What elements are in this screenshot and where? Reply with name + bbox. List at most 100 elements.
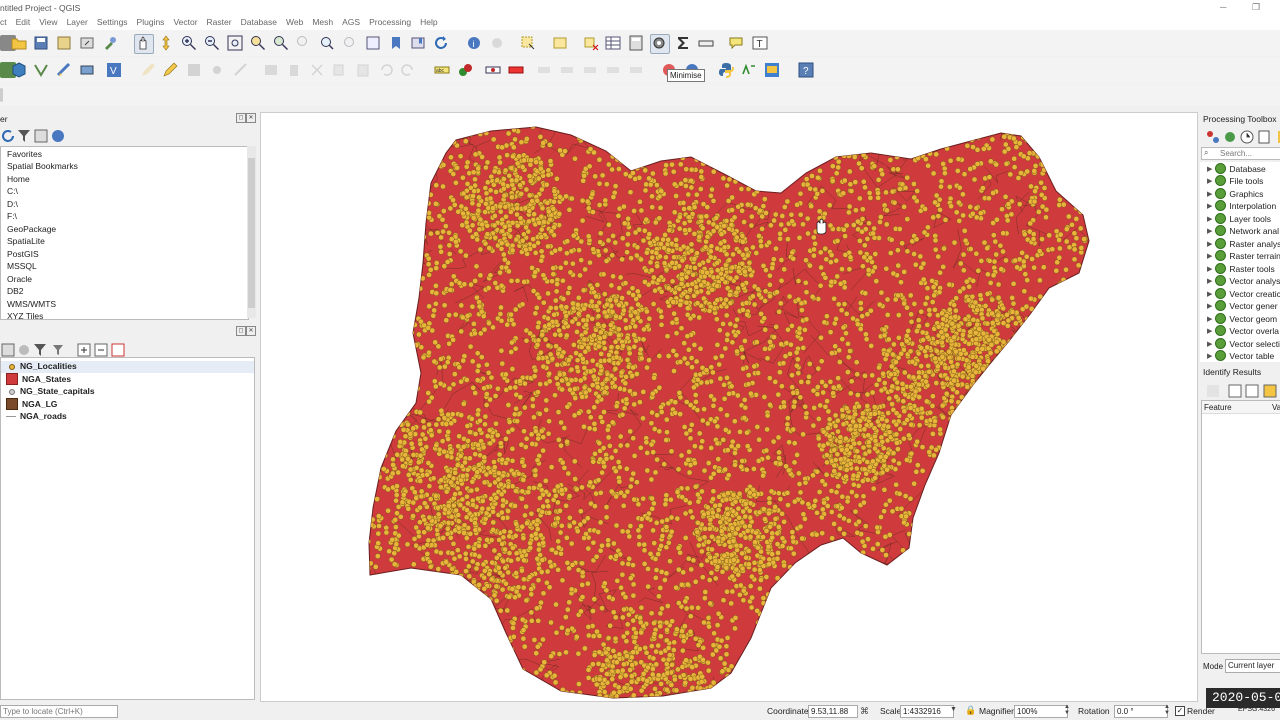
browser-item-spatialite[interactable]: SpatiaLite (7, 236, 45, 246)
zoom-full-icon[interactable] (227, 35, 243, 51)
zoom-in-icon[interactable] (181, 35, 197, 51)
actions-icon[interactable] (489, 35, 505, 51)
menu-vector[interactable]: Vector (173, 15, 197, 30)
text-annotation-icon[interactable]: T (752, 35, 768, 51)
layer-item-ng-localities[interactable]: NG_Localities (6, 361, 77, 371)
minimize-button[interactable]: ─ (1220, 2, 1226, 12)
deselect-icon[interactable] (583, 35, 599, 51)
browser-item-c-drive[interactable]: C:\ (7, 186, 18, 196)
map-tips-icon[interactable] (728, 35, 744, 51)
statistics-icon[interactable] (675, 35, 691, 51)
menu-processing[interactable]: Processing (369, 15, 411, 30)
help-icon[interactable]: ? (798, 62, 814, 78)
map-canvas[interactable] (260, 112, 1198, 702)
properties-icon[interactable] (50, 128, 64, 142)
delete-selected-icon[interactable] (286, 62, 302, 78)
browser-item-wms[interactable]: WMS/WMTS (7, 299, 56, 309)
toggle-editing-icon[interactable] (162, 62, 178, 78)
add-raster-icon[interactable] (56, 62, 72, 78)
add-vector-icon[interactable] (33, 62, 49, 78)
menu-plugins[interactable]: Plugins (137, 15, 165, 30)
save-project-icon[interactable] (33, 35, 49, 51)
zoom-out-icon[interactable] (204, 35, 220, 51)
menu-mesh[interactable]: Mesh (312, 15, 333, 30)
rotate-label-icon[interactable] (605, 62, 621, 78)
menu-layer[interactable]: Layer (67, 15, 88, 30)
copy-features-icon[interactable] (331, 62, 347, 78)
browser-item-home[interactable]: Home (7, 174, 30, 184)
add-group-icon[interactable] (16, 342, 29, 355)
browser-item-bookmarks[interactable]: Spatial Bookmarks (7, 161, 78, 171)
float-panel-button[interactable]: ◻ (236, 113, 246, 123)
attribute-table-icon[interactable] (605, 35, 621, 51)
field-calculator-icon[interactable] (628, 35, 644, 51)
undo-icon[interactable] (378, 62, 394, 78)
edit-pencil-icon[interactable] (140, 62, 156, 78)
filter-legend-icon[interactable] (32, 342, 46, 356)
paste-features-icon[interactable] (355, 62, 371, 78)
show-labels-icon[interactable] (559, 62, 575, 78)
label-highlight-icon[interactable] (508, 62, 524, 78)
filter-expression-icon[interactable] (50, 342, 63, 355)
bookmark-icon[interactable] (388, 35, 404, 51)
browser-item-xyz[interactable]: XYZ Tiles (7, 311, 43, 321)
menu-raster[interactable]: Raster (207, 15, 232, 30)
collapse-layers-icon[interactable] (93, 342, 108, 357)
layer-item-nga-lg[interactable]: NGA_LG (6, 398, 57, 410)
layer-item-ng-state-capitals[interactable]: NG_State_capitals (6, 386, 95, 396)
pan-to-selection-icon[interactable] (158, 35, 174, 51)
pan-tool-icon[interactable] (134, 34, 154, 54)
layer-item-nga-roads[interactable]: NGA_roads (6, 411, 67, 421)
add-virtual-layer-icon[interactable]: V (106, 62, 122, 78)
browser-item-geopackage[interactable]: GeoPackage (7, 224, 56, 234)
layer-item-nga-states[interactable]: NGA_States (6, 373, 71, 385)
browser-item-d-drive[interactable]: D:\ (7, 199, 18, 209)
filter-browser-icon[interactable] (16, 128, 30, 142)
processing-toolbox-icon[interactable] (650, 34, 670, 54)
add-wms-icon[interactable] (79, 62, 95, 78)
browser-item-db2[interactable]: DB2 (7, 286, 24, 296)
menu-view[interactable]: View (39, 15, 57, 30)
zoom-last-icon[interactable] (319, 35, 335, 51)
refresh-browser-icon[interactable] (0, 128, 14, 142)
quickmap-icon[interactable] (764, 62, 780, 78)
browser-item-favorites[interactable]: Favorites (7, 149, 42, 159)
new-geopackage-icon[interactable] (11, 62, 27, 78)
menu-database[interactable]: Database (241, 15, 277, 30)
cut-features-icon[interactable] (309, 62, 325, 78)
select-value-icon[interactable] (552, 35, 568, 51)
close-layers-button[interactable]: ✕ (246, 326, 256, 336)
expand-all-icon[interactable] (76, 342, 91, 357)
menu-project[interactable]: ct (0, 15, 7, 30)
menu-web[interactable]: Web (286, 15, 303, 30)
toolbar-handle[interactable] (0, 88, 3, 102)
close-panel-button[interactable]: ✕ (246, 113, 256, 123)
zoom-layer-icon[interactable] (273, 35, 289, 51)
move-label-icon[interactable] (582, 62, 598, 78)
save-edits-icon[interactable] (186, 62, 202, 78)
zoom-next-icon[interactable] (342, 35, 358, 51)
menu-ags[interactable]: AGS (342, 15, 360, 30)
browser-item-f-drive[interactable]: F:\ (7, 211, 17, 221)
redo-icon[interactable] (400, 62, 416, 78)
menu-edit[interactable]: Edit (16, 15, 31, 30)
layer-labeling-icon[interactable] (457, 62, 473, 78)
select-features-icon[interactable] (520, 35, 536, 51)
python-console-icon[interactable] (718, 62, 734, 78)
float-layers-button[interactable]: ◻ (236, 326, 246, 336)
save-as-icon[interactable] (56, 35, 72, 51)
new-map-view-icon[interactable] (365, 35, 381, 51)
browser-item-mssql[interactable]: MSSQL (7, 261, 37, 271)
style-panel-icon[interactable] (0, 342, 15, 357)
vertex-tool-icon[interactable] (233, 62, 249, 78)
label-toolbar-icon[interactable]: abc (434, 62, 450, 78)
map-render[interactable] (261, 113, 1197, 701)
maximize-button[interactable]: ❐ (1252, 2, 1260, 13)
browser-item-oracle[interactable]: Oracle (7, 274, 32, 284)
measure-icon[interactable] (698, 35, 714, 51)
change-label-icon[interactable] (628, 62, 644, 78)
show-bookmarks-icon[interactable] (410, 35, 426, 51)
style-manager-icon[interactable] (102, 35, 118, 51)
digitize-icon[interactable] (209, 62, 225, 78)
browser-scrollbar[interactable] (247, 146, 256, 318)
